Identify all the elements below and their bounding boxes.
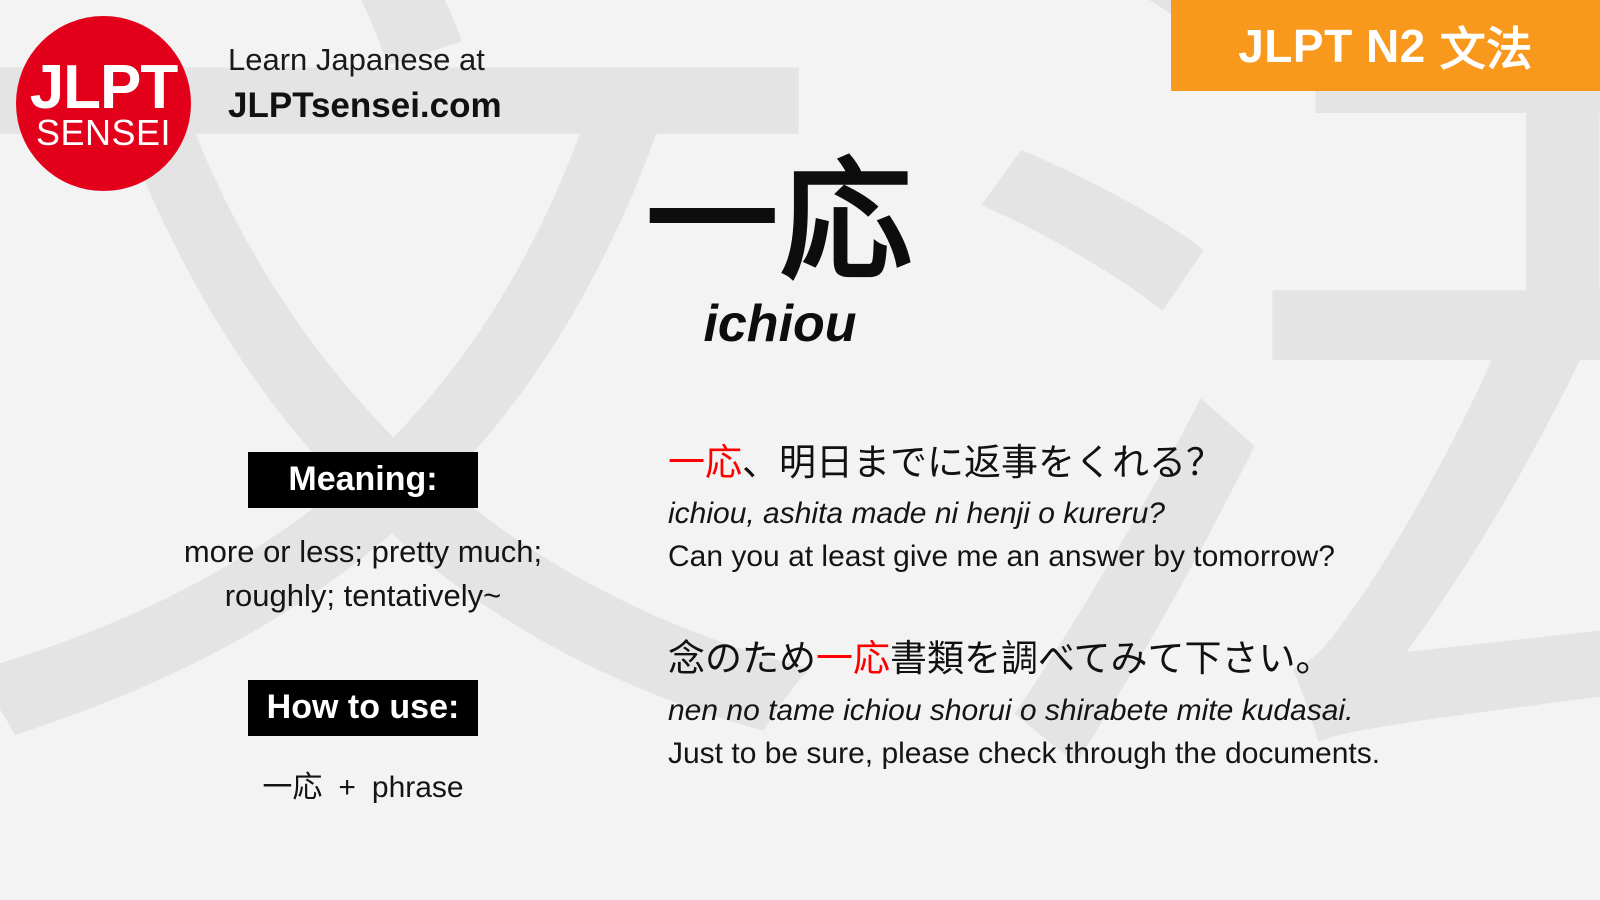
grammar-card: 文 法 JLPT SENSEI Learn Japanese at JLPTse… xyxy=(0,0,1600,900)
logo-title: JLPT xyxy=(29,52,179,122)
example-1-romaji: ichiou, ashita made ni henji o kureru? xyxy=(668,497,1165,531)
how-to-use-label: How to use: xyxy=(248,680,478,737)
meaning-line-1: more or less; pretty much; xyxy=(183,534,543,569)
formula-term: 一応 xyxy=(262,770,323,806)
examples-column: 一応、明日までに返事をくれる？ ichiou, ashita made ni h… xyxy=(668,440,1568,833)
grammar-term-romaji: ichiou xyxy=(703,294,857,353)
example-2-english: Just to be sure, please check through th… xyxy=(668,736,1381,770)
site-tagline: Learn Japanese at JLPTsensei.com xyxy=(228,42,502,126)
meaning-line-2: roughly; tentatively~ xyxy=(224,578,502,614)
how-to-use-formula: 一応 + phrase xyxy=(118,762,608,806)
formula-plus: + xyxy=(338,771,356,805)
example-1-jp-after: 、明日までに返事をくれる？ xyxy=(742,441,1223,484)
definition-column: Meaning: more or less; pretty much; roug… xyxy=(118,452,608,806)
grammar-title-block: 一応 ichiou xyxy=(530,155,1030,354)
badge-category-label: 文法 xyxy=(1439,21,1533,76)
example-1-japanese: 一応、明日までに返事をくれる？ xyxy=(668,440,1568,486)
site-url[interactable]: JLPTsensei.com xyxy=(228,85,502,126)
logo-subtitle: SENSEI xyxy=(35,111,172,153)
example-2-jp-after: 書類を調べてみて下さい。 xyxy=(890,637,1333,681)
meaning-label: Meaning: xyxy=(248,452,478,508)
example-sentence-1: 一応、明日までに返事をくれる？ ichiou, ashita made ni h… xyxy=(668,440,1568,576)
formula-placeholder: phrase xyxy=(371,771,464,805)
jlpt-sensei-logo[interactable]: JLPT SENSEI xyxy=(16,16,191,191)
jlpt-level-badge: JLPT N2 文法 xyxy=(1171,0,1600,91)
example-2-japanese: 念のため一応書類を調べてみて下さい。 xyxy=(668,636,1568,682)
example-1-jp-highlight: 一応 xyxy=(668,441,742,484)
tagline-line-1: Learn Japanese at xyxy=(228,42,485,77)
example-2-jp-before: 念のため xyxy=(668,637,816,681)
example-1-english: Can you at least give me an answer by to… xyxy=(668,540,1335,574)
badge-level-label: JLPT N2 xyxy=(1238,19,1426,72)
example-2-romaji: nen no tame ichiou shorui o shirabete mi… xyxy=(668,693,1354,727)
example-sentence-2: 念のため一応書類を調べてみて下さい。 nen no tame ichiou sh… xyxy=(668,636,1568,772)
grammar-term-kanji: 一応 xyxy=(646,145,914,299)
example-2-jp-highlight: 一応 xyxy=(816,637,890,681)
meaning-text: more or less; pretty much; roughly; tent… xyxy=(118,530,608,618)
